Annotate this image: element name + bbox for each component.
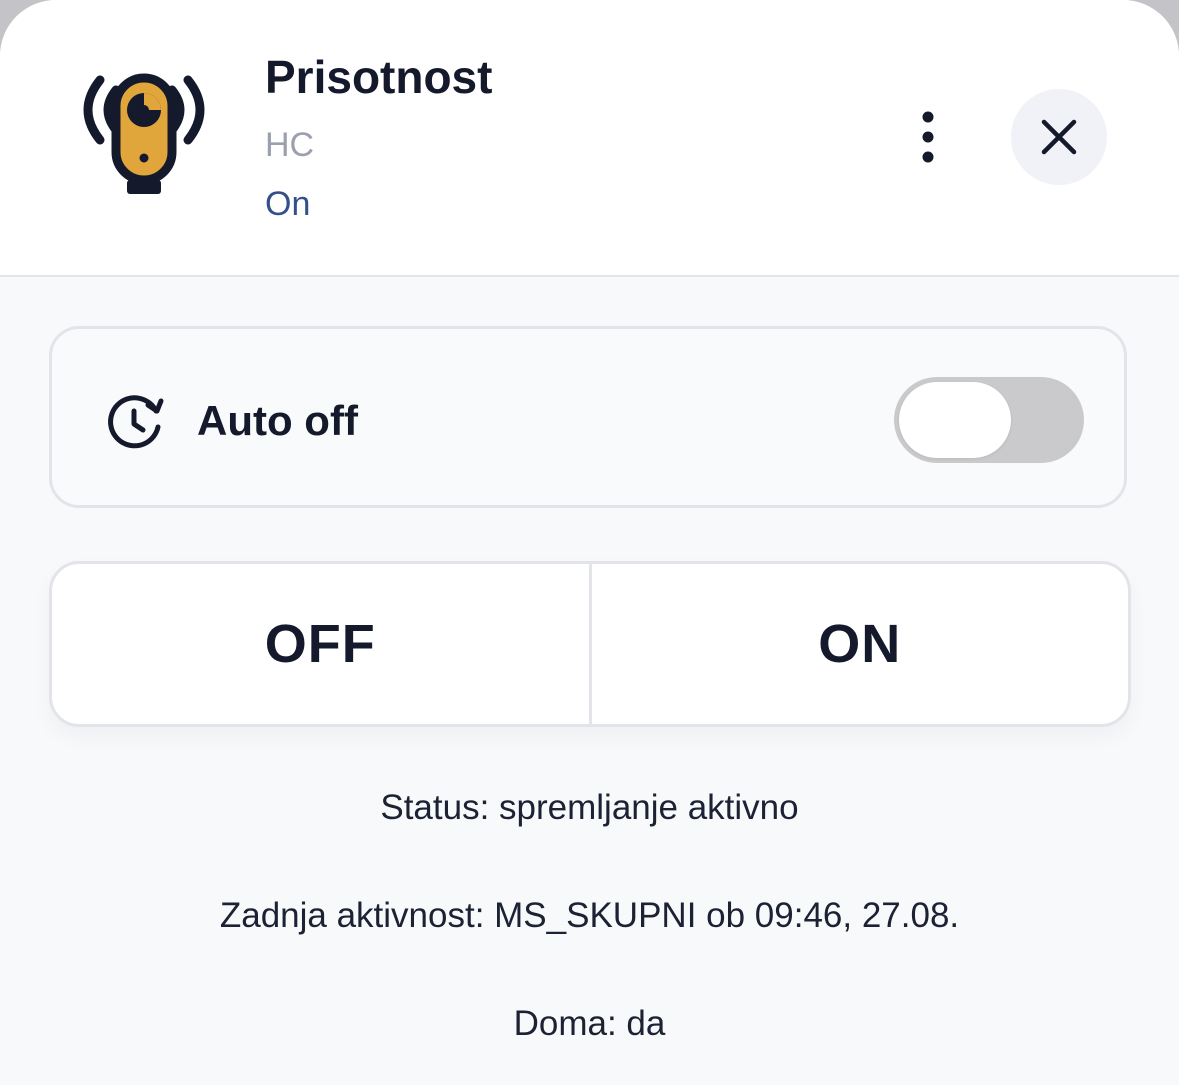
last-activity-text: Zadnja aktivnost: MS_SKUPNI ob 09:46, 27… bbox=[219, 896, 960, 935]
home-text: Doma: da bbox=[513, 1004, 666, 1043]
device-name: Prisotnost bbox=[265, 51, 493, 103]
device-header: Prisotnost HC On bbox=[0, 0, 1179, 277]
clock-refresh-icon bbox=[106, 391, 168, 451]
device-room: HC bbox=[265, 126, 315, 164]
auto-off-card: Auto off bbox=[49, 326, 1127, 508]
device-detail-sheet: Prisotnost HC On Auto off OFF ON Status:… bbox=[0, 0, 1179, 1085]
auto-off-toggle[interactable] bbox=[894, 377, 1084, 463]
more-options-button[interactable] bbox=[898, 104, 958, 170]
auto-off-label: Auto off bbox=[197, 397, 358, 444]
presence-sensor-icon bbox=[72, 70, 216, 200]
status-text: Status: spremljanje aktivno bbox=[380, 788, 799, 827]
power-segmented-control: OFF ON bbox=[49, 561, 1131, 727]
more-vertical-icon bbox=[922, 111, 934, 163]
off-button[interactable]: OFF bbox=[52, 564, 592, 724]
device-state: On bbox=[265, 185, 311, 223]
toggle-knob bbox=[899, 382, 1011, 458]
on-button[interactable]: ON bbox=[592, 564, 1129, 724]
close-button[interactable] bbox=[1011, 89, 1107, 185]
close-icon bbox=[1041, 119, 1077, 155]
